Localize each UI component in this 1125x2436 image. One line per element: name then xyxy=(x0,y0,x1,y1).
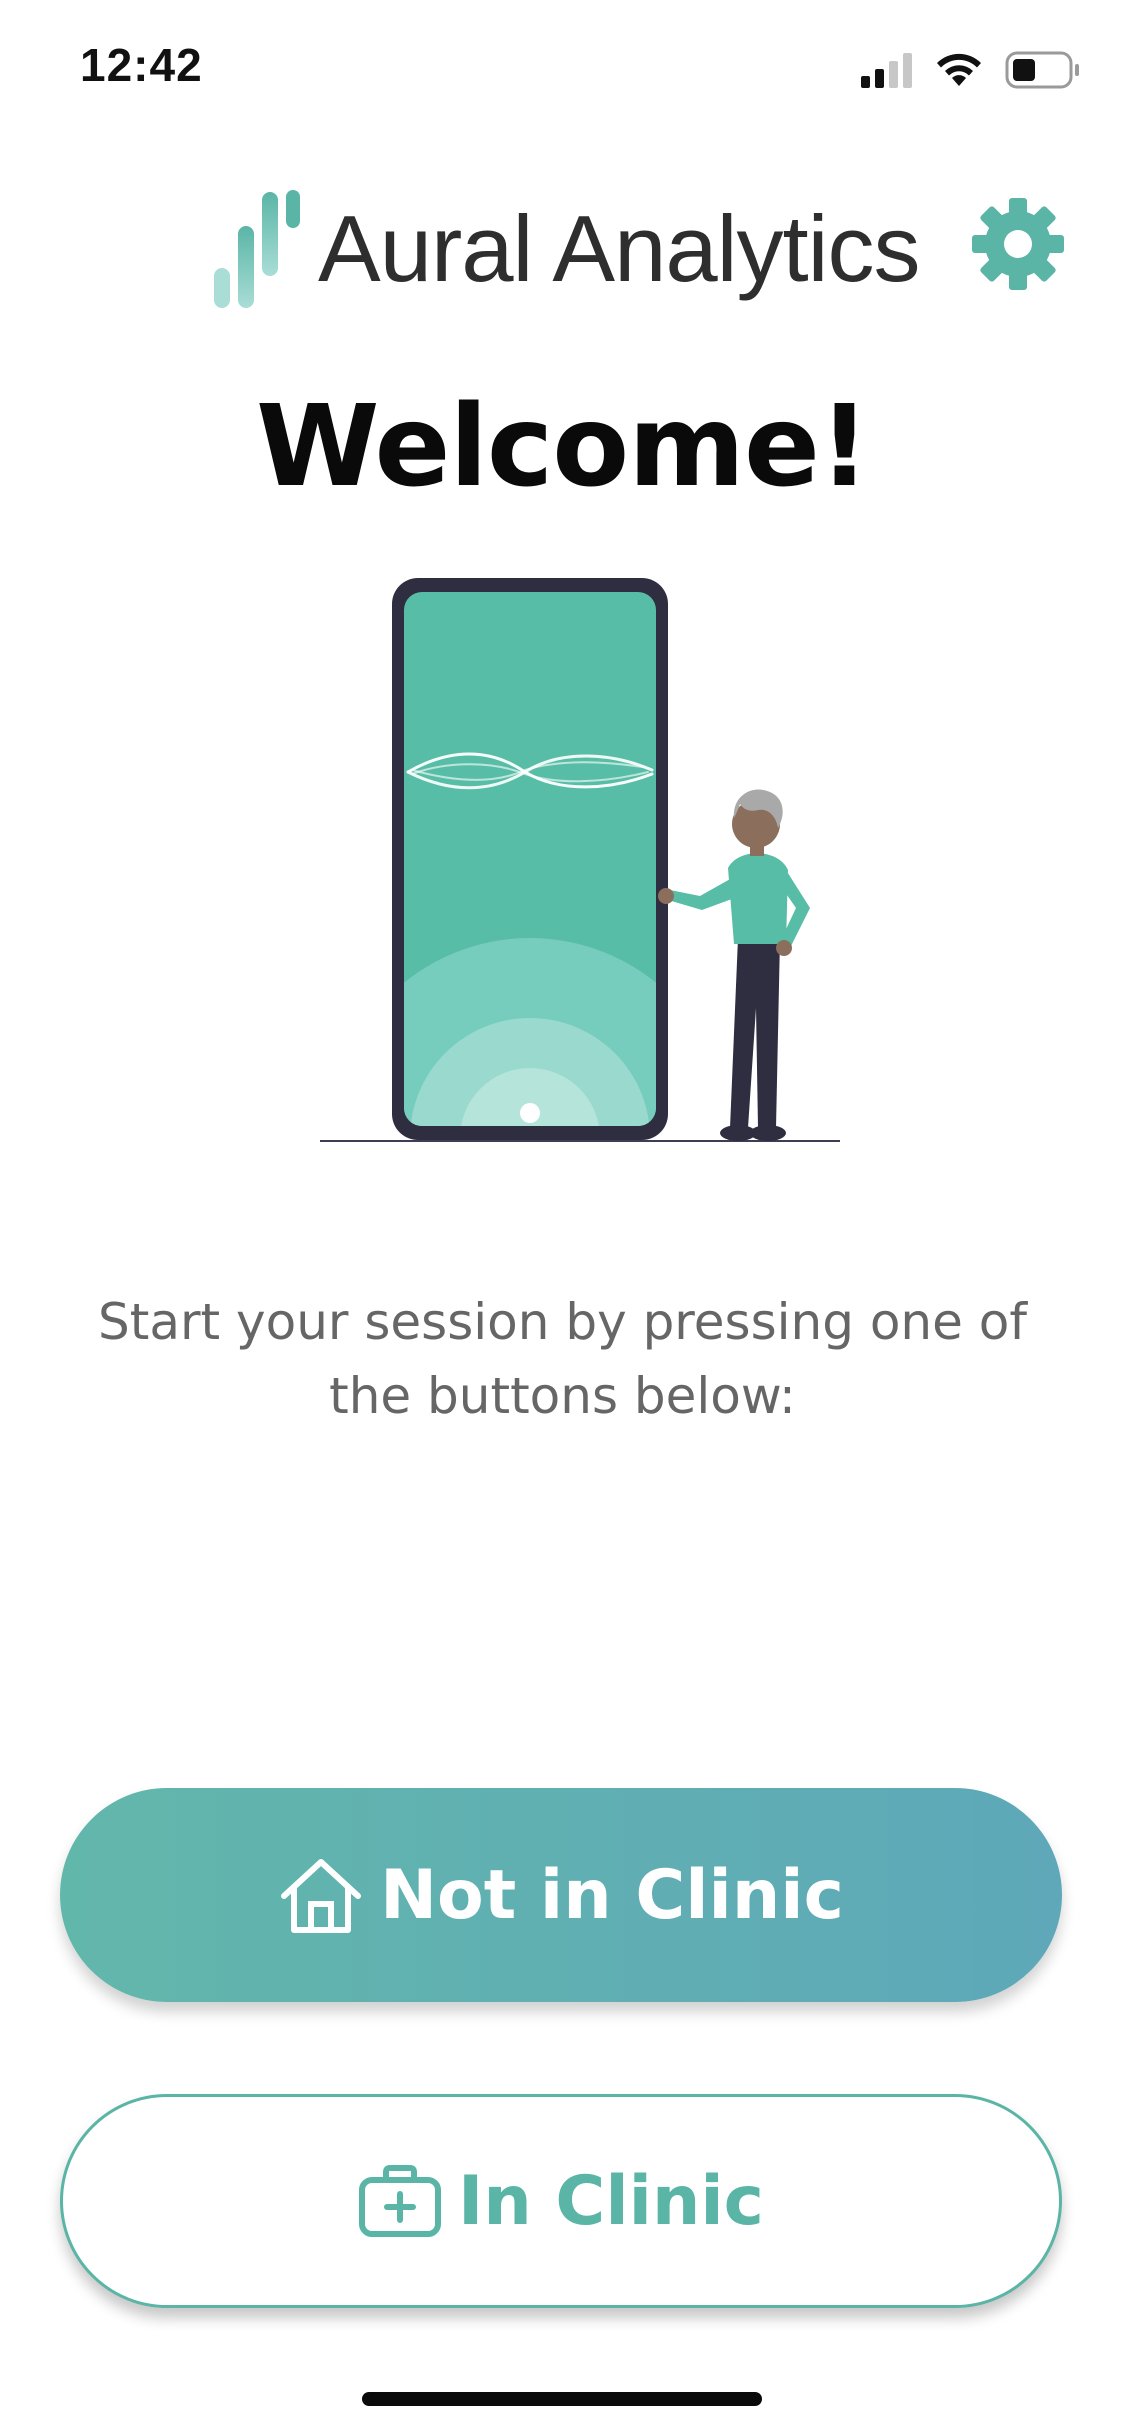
not-in-clinic-label: Not in Clinic xyxy=(380,1855,844,1935)
person-beside-phone-illustration xyxy=(300,578,860,1158)
home-indicator[interactable] xyxy=(362,2392,762,2406)
home-icon xyxy=(278,1856,364,1934)
status-bar: 12:42 xyxy=(0,0,1125,140)
battery-icon xyxy=(1005,51,1079,89)
welcome-title: Welcome! xyxy=(256,382,870,512)
cellular-signal-icon xyxy=(861,53,912,88)
wifi-icon xyxy=(937,53,981,86)
status-time: 12:42 xyxy=(80,39,203,91)
settings-button[interactable] xyxy=(968,194,1068,294)
gear-icon xyxy=(972,198,1064,290)
not-in-clinic-button[interactable]: Not in Clinic xyxy=(60,1788,1062,2002)
brand-name: Aural Analytics xyxy=(318,196,921,301)
in-clinic-label: In Clinic xyxy=(458,2161,764,2241)
aural-analytics-logo-icon xyxy=(210,180,306,314)
instruction-text: Start your session by pressing one of th… xyxy=(98,1293,1027,1425)
in-clinic-button[interactable]: In Clinic xyxy=(60,2094,1062,2308)
app-header: Aural Analytics xyxy=(0,180,1125,320)
status-icons xyxy=(861,48,1081,92)
medical-kit-icon xyxy=(358,2164,442,2238)
